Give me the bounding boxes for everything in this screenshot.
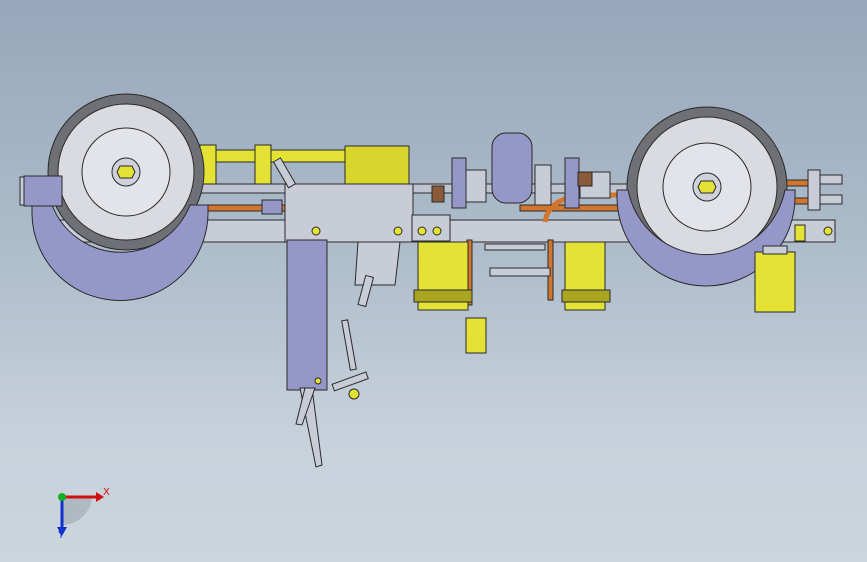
center-brake-drum[interactable] [431,132,611,209]
triad-x-label: X [103,487,110,498]
vertical-drop-arm[interactable] [286,239,328,468]
middle-left-cylinder [413,241,487,354]
left-axle-box [23,175,63,207]
upper-yellow-tubing [189,144,410,188]
right-coupling-nuts [807,169,843,211]
cad-viewport[interactable]: X Y [0,0,867,562]
triad-y-label: Y [58,530,65,541]
tension-spring [484,243,551,277]
middle-right-cylinder [561,241,611,311]
coordinate-triad[interactable] [57,492,104,536]
bogie-assembly-model[interactable] [0,0,867,562]
